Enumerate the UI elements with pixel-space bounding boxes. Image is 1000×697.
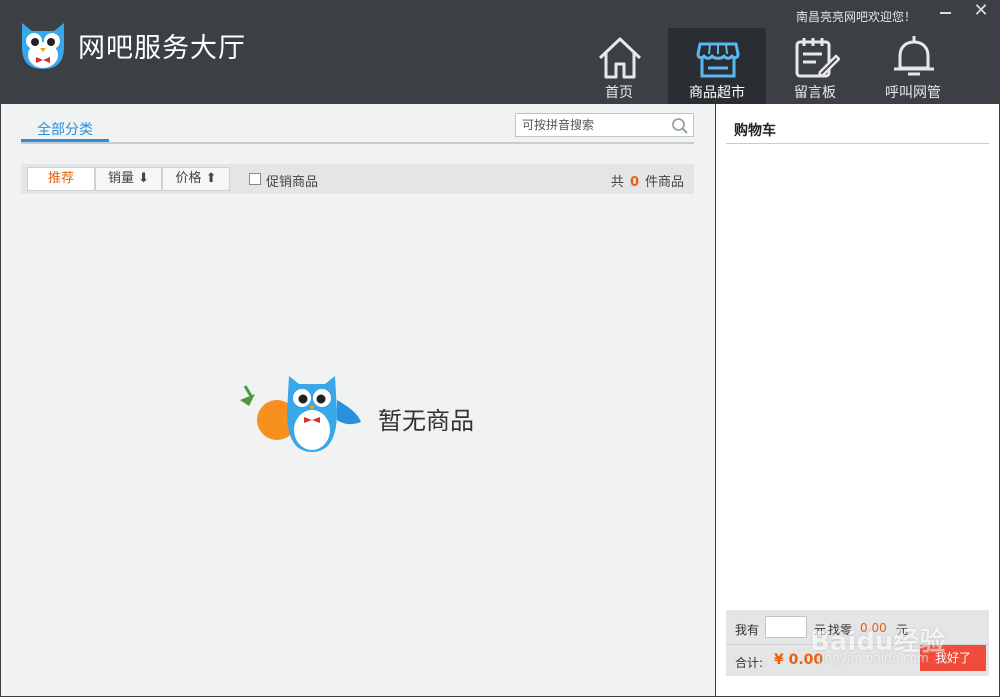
search-icon[interactable] — [671, 117, 689, 135]
product-area: 全部分类 可按拼音搜索 推荐 销量 ⬇ 价格 ⬆ 促销商品 共 0 件商品 暂无商品 — [1, 104, 715, 696]
cart-title: 购物车 — [734, 123, 776, 139]
minimize-button[interactable] — [928, 0, 962, 22]
count-value: 0 — [629, 175, 639, 190]
baidu-watermark: Baidu经验 jingyan.baidu.com — [790, 585, 960, 665]
cart-divider — [726, 143, 989, 144]
app-header: 网吧服务大厅 南昌亮亮网吧欢迎您！ ✕ 首页 商品超市 留言板 呼叫网管 — [0, 0, 1000, 104]
owl-logo-icon — [22, 23, 64, 69]
category-divider — [21, 142, 694, 144]
shop-icon — [696, 42, 740, 78]
promo-checkbox[interactable] — [249, 173, 261, 185]
nav-message-board[interactable]: 留言板 — [766, 28, 864, 104]
empty-message: 暂无商品 — [378, 407, 474, 435]
message-board-icon — [795, 38, 840, 78]
empty-owl-megaphone-icon — [240, 376, 361, 452]
count-suffix: 件商品 — [644, 175, 684, 190]
have-label: 我有 — [735, 623, 760, 637]
nav-message-board-label: 留言板 — [794, 85, 836, 101]
product-count: 共 0 件商品 — [611, 171, 684, 190]
close-button[interactable]: ✕ — [964, 0, 998, 22]
sort-price-button[interactable]: 价格 ⬆ — [162, 167, 230, 191]
count-prefix: 共 — [610, 175, 624, 190]
sort-sales-button[interactable]: 销量 ⬇ — [95, 167, 162, 191]
home-icon — [598, 37, 642, 79]
nav-home-label: 首页 — [605, 85, 633, 101]
watermark-url: jingyan.baidu.com — [818, 651, 929, 665]
nav-call-admin[interactable]: 呼叫网管 — [864, 28, 962, 104]
promo-label: 促销商品 — [266, 175, 319, 190]
welcome-text: 南昌亮亮网吧欢迎您！ — [796, 10, 917, 24]
search-input[interactable]: 可按拼音搜索 — [515, 113, 694, 137]
search-placeholder: 可按拼音搜索 — [522, 118, 595, 132]
app-title: 网吧服务大厅 — [78, 33, 246, 64]
nav-shop-label: 商品超市 — [689, 85, 745, 101]
sort-recommend-button[interactable]: 推荐 — [27, 167, 95, 191]
nav-home[interactable]: 首页 — [570, 28, 668, 104]
tab-all-categories[interactable]: 全部分类 — [21, 118, 109, 142]
nav-shop[interactable]: 商品超市 — [668, 28, 766, 104]
total-label: 合计: — [735, 656, 764, 670]
filter-bar: 推荐 销量 ⬇ 价格 ⬆ 促销商品 共 0 件商品 — [21, 164, 694, 194]
bell-icon — [894, 36, 934, 76]
nav-call-admin-label: 呼叫网管 — [885, 85, 941, 101]
